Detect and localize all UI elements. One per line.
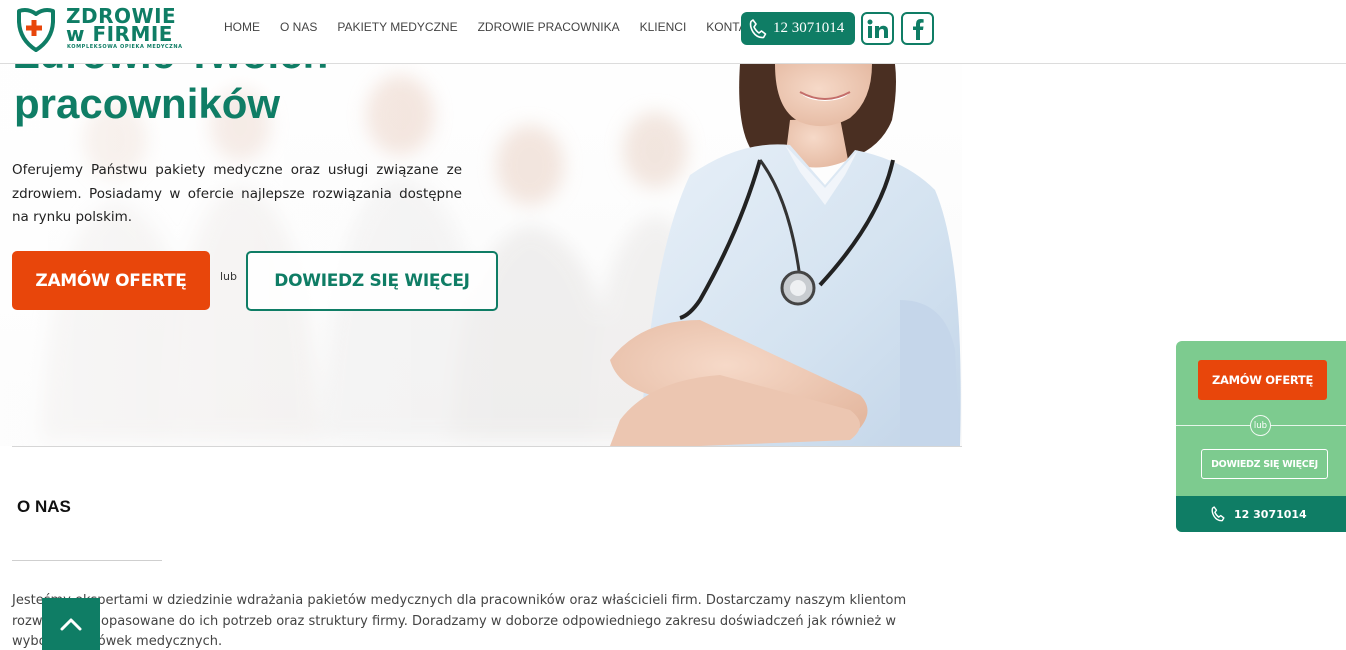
- back-to-top-button[interactable]: [42, 598, 100, 650]
- about-section-title: O NAS: [17, 497, 71, 516]
- side-learn-more-button[interactable]: DOWIEDZ SIĘ WIĘCEJ: [1201, 449, 1328, 479]
- header-phone-button[interactable]: 12 3071014: [741, 12, 855, 45]
- facebook-icon: [912, 18, 924, 40]
- side-contact-widget: ZAMÓW OFERTĘ lub DOWIEDZ SIĘ WIĘCEJ 12 3…: [1176, 341, 1346, 532]
- nav-item-zdrowie-pracownika[interactable]: ZDROWIE PRACOWNIKA: [478, 20, 620, 34]
- logo-tagline: KOMPLEKSOWA OPIEKA MEDYCZNA: [67, 44, 183, 50]
- logo[interactable]: ZDROWIE w FIRMIE KOMPLEKSOWA OPIEKA MEDY…: [16, 4, 186, 54]
- phone-icon: [749, 18, 767, 38]
- chevron-up-icon: [60, 618, 82, 631]
- about-divider: [12, 560, 162, 561]
- about-text: Jesteśmy ekspertami w dziedzinie wdrażan…: [12, 593, 907, 649]
- hero-divider: [12, 446, 962, 447]
- linkedin-button[interactable]: [861, 12, 894, 45]
- or-label: lub: [220, 270, 238, 283]
- main-nav: HOME O NAS PAKIETY MEDYCZNE ZDROWIE PRAC…: [224, 20, 762, 34]
- phone-icon: [1211, 506, 1225, 522]
- logo-word-w-firmie: w FIRMIE: [66, 22, 173, 46]
- linkedin-icon: [867, 19, 888, 38]
- order-offer-button[interactable]: ZAMÓW OFERTĘ: [12, 251, 210, 310]
- learn-more-button[interactable]: DOWIEDZ SIĘ WIĘCEJ: [246, 251, 498, 311]
- side-order-offer-button[interactable]: ZAMÓW OFERTĘ: [1198, 360, 1327, 400]
- nav-item-pakiety-medyczne[interactable]: PAKIETY MEDYCZNE: [337, 20, 457, 34]
- hero-description: Oferujemy Państwu pakiety medyczne oraz …: [12, 162, 462, 225]
- nav-item-klienci[interactable]: KLIENCI: [640, 20, 687, 34]
- header-phone-number: 12 3071014: [773, 20, 845, 36]
- side-phone-button[interactable]: 12 3071014: [1176, 496, 1346, 532]
- side-or-label: lub: [1250, 415, 1271, 436]
- nav-item-o-nas[interactable]: O NAS: [280, 20, 317, 34]
- site-header: ZDROWIE w FIRMIE KOMPLEKSOWA OPIEKA MEDY…: [0, 0, 1346, 64]
- nav-item-home[interactable]: HOME: [224, 20, 260, 34]
- shield-heart-icon: [17, 8, 55, 52]
- hero-title: pracowników: [14, 80, 281, 127]
- side-phone-number: 12 3071014: [1234, 507, 1307, 521]
- facebook-button[interactable]: [901, 12, 934, 45]
